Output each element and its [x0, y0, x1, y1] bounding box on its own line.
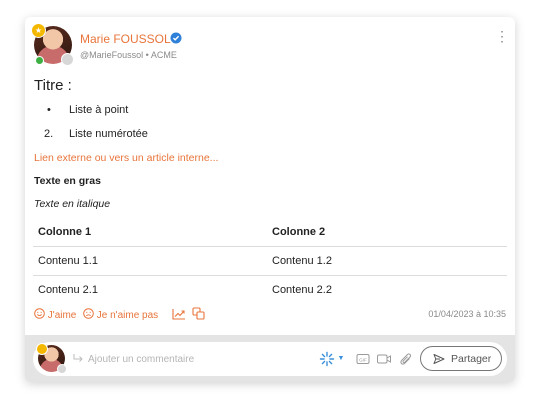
author-avatar[interactable]: ★ — [31, 23, 74, 66]
table-header-cell: Colonne 1 — [38, 226, 92, 238]
italic-text: Texte en italique — [34, 198, 111, 210]
comment-input[interactable] — [88, 350, 298, 368]
chevron-down-icon[interactable]: ▼ — [337, 352, 345, 366]
video-camera-icon[interactable] — [376, 351, 392, 367]
bullet-list-item: Liste à point — [69, 104, 129, 116]
like-label: J'aime — [47, 310, 77, 321]
bullet-marker: • — [47, 104, 51, 116]
avatar-secondary-badge — [57, 364, 67, 374]
content-table: Colonne 1 Colonne 2 Contenu 1.1 Contenu … — [33, 218, 507, 304]
meta-separator: • — [145, 50, 149, 60]
dislike-button[interactable]: Je n'aime pas — [83, 308, 158, 321]
crown-badge-icon: ★ — [31, 23, 46, 38]
post-title: Titre : — [34, 77, 72, 94]
author-name[interactable]: Marie FOUSSOL — [80, 32, 171, 46]
commenter-avatar — [36, 343, 67, 374]
table-header-cell: Colonne 2 — [272, 226, 326, 238]
numbered-list-item: Liste numérotée — [69, 128, 148, 140]
share-button[interactable]: Partager — [420, 346, 502, 371]
copy-icon[interactable] — [192, 307, 205, 320]
crown-badge-icon — [36, 343, 48, 355]
table-header-row: Colonne 1 Colonne 2 — [33, 218, 507, 247]
table-cell: Contenu 2.1 — [38, 284, 98, 296]
post-card: ★ Marie FOUSSOL @MarieFoussol • ACME ⋮ T… — [25, 17, 515, 382]
dislike-label: Je n'aime pas — [96, 310, 159, 321]
share-label: Partager — [451, 353, 492, 365]
comment-footer: ▼ GIF Partager — [25, 335, 515, 382]
send-icon — [433, 354, 445, 364]
table-row: Contenu 1.1 Contenu 1.2 — [33, 247, 507, 276]
table-cell: Contenu 2.2 — [272, 284, 332, 296]
svg-text:GIF: GIF — [359, 357, 367, 362]
like-button[interactable]: J'aime — [34, 308, 76, 321]
kebab-menu-icon[interactable]: ⋮ — [495, 29, 509, 43]
numbered-marker: 2. — [44, 128, 54, 140]
gif-icon[interactable]: GIF — [355, 351, 371, 367]
ai-sparkle-icon[interactable] — [319, 351, 335, 367]
bold-text: Texte en gras — [34, 175, 101, 187]
post-timestamp: 01/04/2023 à 10:35 — [428, 309, 506, 319]
article-link[interactable]: Lien externe ou vers un article interne.… — [34, 152, 218, 164]
smiley-icon — [34, 308, 45, 319]
author-handle: @MarieFoussol — [80, 50, 144, 60]
comment-box: ▼ GIF Partager — [33, 342, 507, 376]
author-company: ACME — [150, 50, 177, 60]
paperclip-icon[interactable] — [398, 351, 414, 367]
sad-face-icon — [83, 308, 94, 319]
trend-chart-icon[interactable] — [172, 308, 186, 320]
table-row: Contenu 2.1 Contenu 2.2 — [33, 276, 507, 304]
reply-arrow-icon — [73, 354, 83, 362]
author-meta: @MarieFoussol • ACME — [80, 50, 177, 60]
verified-icon — [170, 32, 182, 44]
table-cell: Contenu 1.2 — [272, 255, 332, 267]
online-status-indicator — [35, 56, 44, 65]
avatar-secondary-badge — [61, 53, 74, 66]
table-cell: Contenu 1.1 — [38, 255, 98, 267]
